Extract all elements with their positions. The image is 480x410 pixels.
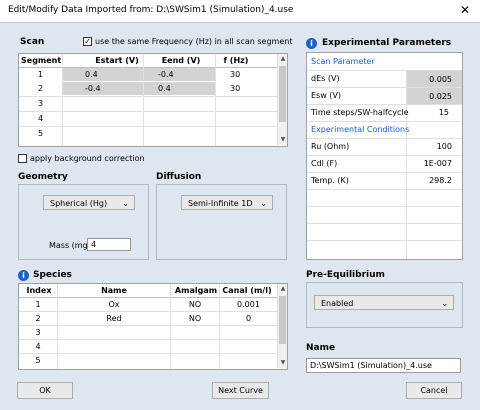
species-row-5-index: 5 <box>35 356 41 365</box>
scroll-up-icon[interactable]: ▲ <box>279 284 287 294</box>
species-header-name: Name <box>101 286 127 295</box>
species-header-index: Index <box>26 286 52 295</box>
des-label: dEs (V) <box>311 74 340 83</box>
mass-label: Mass (mg) <box>49 241 91 250</box>
scan-row-2-eend[interactable]: 0.4 <box>144 82 215 95</box>
name-title: Name <box>306 343 336 353</box>
steps-label: Time steps/SW-halfcycle <box>311 108 409 117</box>
species-row-1-name[interactable]: Ox <box>58 298 170 311</box>
species-header-canal: Canal (m/l) <box>222 286 272 295</box>
esw-label: Esw (V) <box>311 91 342 100</box>
diffusion-title: Diffusion <box>156 172 202 182</box>
scroll-up-icon[interactable]: ▲ <box>279 54 287 64</box>
name-input[interactable] <box>306 358 461 373</box>
geometry-value: Spherical (Hg) <box>50 199 108 208</box>
next-curve-button[interactable]: Next Curve <box>212 382 269 399</box>
chevron-down-icon: ⌄ <box>122 199 129 208</box>
scan-row-4-index: 4 <box>37 114 44 123</box>
pre-equilibrium-value: Enabled <box>321 299 354 308</box>
scan-row-1-index: 1 <box>37 70 44 79</box>
species-scrollbar[interactable]: ▲ ▼ <box>277 284 287 368</box>
species-row-1-index: 1 <box>35 300 41 309</box>
experimental-table[interactable]: Scan Parameter dEs (V) 0.005 Esw (V) 0.0… <box>306 52 463 260</box>
des-value[interactable]: 0.005 <box>407 71 462 87</box>
species-header-amalgam: Amalgam <box>174 286 218 295</box>
scan-parameter-header: Scan Parameter <box>311 57 375 66</box>
ru-label: Ru (Ohm) <box>311 142 350 151</box>
species-row-3-index: 3 <box>35 328 41 337</box>
species-row-2-name[interactable]: Red <box>58 312 170 325</box>
species-row-4-index: 4 <box>35 342 41 351</box>
close-icon[interactable]: ✕ <box>460 3 470 17</box>
scrollbar-thumb[interactable] <box>279 296 286 344</box>
scroll-down-icon[interactable]: ▼ <box>279 135 287 145</box>
info-icon: i <box>18 270 29 281</box>
ru-value[interactable]: 100 <box>407 138 462 155</box>
pre-equilibrium-title: Pre-Equilibrium <box>306 270 385 280</box>
scan-row-1-eend[interactable]: -0.4 <box>144 68 215 81</box>
geometry-select[interactable]: Spherical (Hg) ⌄ <box>43 195 135 210</box>
scan-header-eend: Eend (V) <box>161 56 201 65</box>
temp-label: Temp. (K) <box>311 176 349 185</box>
esw-value[interactable]: 0.025 <box>407 88 462 104</box>
species-row-1-amalgam[interactable]: NO <box>171 298 219 311</box>
species-row-2-index: 2 <box>35 314 41 323</box>
species-title: Species <box>33 270 72 280</box>
scan-title: Scan <box>20 37 45 47</box>
same-frequency-checkbox[interactable]: ✓ <box>83 37 92 46</box>
mass-input[interactable] <box>87 238 131 251</box>
scan-row-2-f[interactable]: 30 <box>216 82 276 95</box>
chevron-down-icon: ⌄ <box>260 199 267 208</box>
scan-row-2-estart[interactable]: -0.4 <box>63 82 143 95</box>
scan-scrollbar[interactable]: ▲ ▼ <box>277 54 287 145</box>
scan-row-2-index: 2 <box>37 84 44 93</box>
experimental-title: Experimental Parameters <box>322 38 452 48</box>
diffusion-value: Semi-Infinite 1D <box>188 199 253 208</box>
diffusion-select[interactable]: Semi-Infinite 1D ⌄ <box>181 195 273 210</box>
scan-header-f: f (Hz) <box>223 56 249 65</box>
scan-table[interactable]: Segment Estart (V) Eend (V) f (Hz) 1 0.4… <box>18 53 288 147</box>
info-icon: i <box>306 38 317 49</box>
steps-value[interactable]: 15 <box>407 104 462 121</box>
window-title: Edit/Modify Data Imported from: D:\SWSim… <box>8 5 294 15</box>
species-table[interactable]: Index Name Amalgam Canal (m/l) 1 Ox NO 0… <box>18 283 288 370</box>
ok-button[interactable]: OK <box>17 382 73 399</box>
scrollbar-thumb[interactable] <box>279 66 286 122</box>
chevron-down-icon: ⌄ <box>441 299 448 308</box>
scan-row-1-estart[interactable]: 0.4 <box>63 68 143 81</box>
species-row-2-amalgam[interactable]: NO <box>171 312 219 325</box>
species-row-2-canal[interactable]: 0 <box>220 312 277 325</box>
cdl-value[interactable]: 1E-007 <box>407 155 462 172</box>
species-row-1-canal[interactable]: 0.001 <box>220 298 277 311</box>
title-bar: Edit/Modify Data Imported from: D:\SWSim… <box>0 0 480 23</box>
conditions-header: Experimental Conditions <box>311 125 410 134</box>
cdl-label: Cdl (F) <box>311 159 338 168</box>
geometry-title: Geometry <box>18 172 68 182</box>
scan-row-3-index: 3 <box>37 99 44 108</box>
background-correction-checkbox[interactable] <box>18 154 27 163</box>
scroll-down-icon[interactable]: ▼ <box>279 358 287 368</box>
pre-equilibrium-select[interactable]: Enabled ⌄ <box>314 295 454 310</box>
scan-row-1-f[interactable]: 30 <box>216 68 276 81</box>
same-frequency-label: use the same Frequency (Hz) in all scan … <box>95 37 293 46</box>
scan-header-segment: Segment <box>21 56 62 65</box>
scan-row-5-index: 5 <box>37 129 44 138</box>
cancel-button[interactable]: Cancel <box>406 382 462 399</box>
background-correction-label: apply background correction <box>30 154 145 163</box>
temp-value[interactable]: 298.2 <box>407 172 462 189</box>
